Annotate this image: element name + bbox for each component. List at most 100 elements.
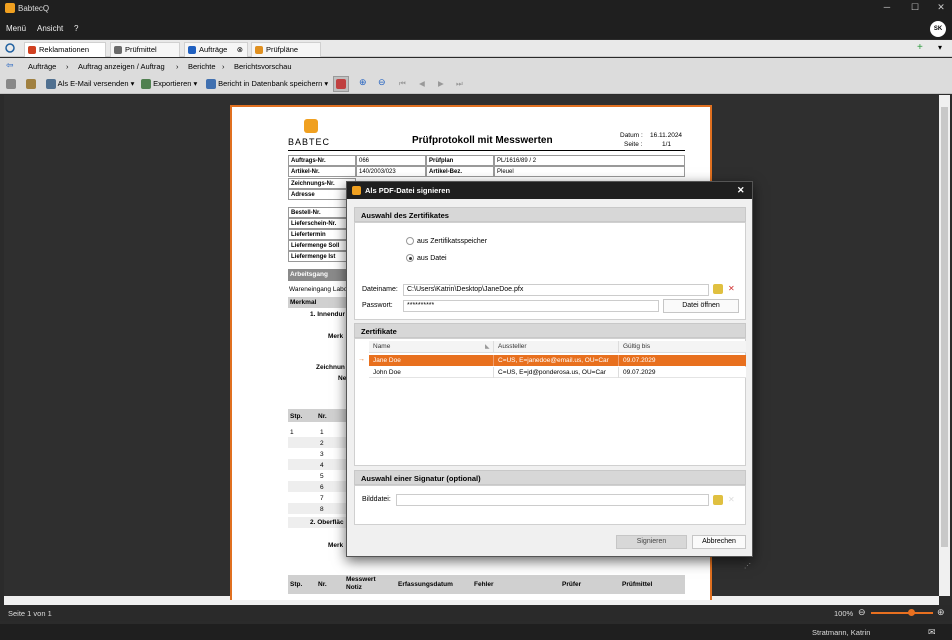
sign-pdf-button[interactable] xyxy=(333,76,349,92)
passwort-label: Passwort: xyxy=(362,302,393,309)
mail-icon[interactable]: ✉ xyxy=(928,627,936,638)
open-file-button[interactable]: Datei öffnen xyxy=(663,299,739,313)
zoom-in-icon[interactable]: ⊕ xyxy=(359,77,367,88)
close-tab-icon[interactable]: ⊗ xyxy=(237,43,243,57)
maximize-icon[interactable]: ☐ xyxy=(908,2,922,14)
menu-item-help[interactable]: ? xyxy=(74,24,78,33)
datum-label: Datum : xyxy=(620,132,643,139)
radio-store[interactable] xyxy=(406,237,414,245)
save-db-button[interactable]: Bericht in Datenbank speichern ▾ xyxy=(206,79,328,90)
resize-grip-icon[interactable]: ⋰ xyxy=(744,562,751,570)
tab-pruefmittel[interactable]: Prüfmittel xyxy=(110,42,180,57)
zoom-in-small-icon[interactable]: ⊕ xyxy=(937,607,945,618)
back-arrow-icon[interactable]: ⇦ xyxy=(6,60,14,71)
row-indicator-icon: → xyxy=(358,356,365,363)
col-name[interactable]: Name xyxy=(369,341,494,353)
tab-pruefplaene[interactable]: Prüfpläne xyxy=(251,42,321,57)
table-row-stripe xyxy=(288,437,348,448)
clear-image-icon[interactable]: ✕ xyxy=(728,495,735,504)
breadcrumb-item[interactable]: Aufträge xyxy=(28,62,56,71)
avatar[interactable]: SK xyxy=(930,21,946,37)
bilddatei-field[interactable] xyxy=(396,494,709,506)
export-button[interactable]: Exportieren ▾ xyxy=(141,79,197,90)
table-row[interactable]: John Doe C=US, E=jd@ponderosa.us, OU=Car… xyxy=(369,367,746,378)
breadcrumb-separator-icon: › xyxy=(176,62,179,71)
zoom-slider-thumb[interactable] xyxy=(908,609,916,616)
dialog-close-icon[interactable]: ✕ xyxy=(737,185,745,196)
app-title: BabtecQ xyxy=(18,4,50,13)
zoom-slider[interactable] xyxy=(871,609,933,616)
table-row-selected[interactable]: Jane Doe C=US, E=janedoe@email.us, OU=Ca… xyxy=(369,355,746,366)
nr-value: 3 xyxy=(320,451,324,458)
col-pruefmittel: Prüfmittel xyxy=(622,581,653,588)
datum-value: 16.11.2024 xyxy=(650,132,683,139)
zeichnun-label: Zeichnun xyxy=(316,364,345,371)
radio-store-label[interactable]: aus Zertifikatsspeicher xyxy=(417,238,487,245)
tab-reklamationen[interactable]: Reklamationen xyxy=(24,42,106,57)
merk2-label: Merk xyxy=(328,542,344,549)
report-logo-text: BABTEC xyxy=(288,137,331,147)
label-artikel-nr: Artikel-Nr. xyxy=(288,166,356,177)
label-artikel-bez: Artikel-Bez. xyxy=(426,166,494,177)
zoom-level: 100% xyxy=(834,609,854,618)
title-bar: BabtecQ ─ ☐ ✕ xyxy=(0,0,952,17)
dateiname-field[interactable]: C:\Users\Katrin\Desktop\JaneDoe.pfx xyxy=(403,284,709,296)
col-pruefer: Prüfer xyxy=(562,581,582,588)
report-title: Prüfprotokoll mit Messwerten xyxy=(412,135,553,146)
scroll-thumb[interactable] xyxy=(941,107,948,547)
breadcrumb-separator-icon: › xyxy=(66,62,69,71)
chevron-down-icon[interactable]: ▾ xyxy=(938,43,942,52)
table-row-stripe xyxy=(288,481,348,492)
bottom-bar: Stratmann, Katrin ✉ xyxy=(0,624,952,640)
toolbar: Als E-Mail versenden ▾ Exportieren ▾ Ber… xyxy=(0,74,952,94)
auftraege-icon xyxy=(188,46,196,54)
sign-pdf-icon xyxy=(336,79,346,89)
first-page-icon[interactable]: ⏮ xyxy=(399,79,406,89)
page-indicator: Seite 1 von 1 xyxy=(8,609,52,618)
minimize-icon[interactable]: ─ xyxy=(880,2,894,14)
print-icon[interactable] xyxy=(6,79,16,90)
email-icon xyxy=(46,79,56,90)
nr-value: 4 xyxy=(320,462,324,469)
add-tab-icon[interactable]: + xyxy=(917,42,923,53)
browse-image-icon[interactable] xyxy=(713,495,723,505)
user-name: Stratmann, Katrin xyxy=(812,628,871,637)
stp-header: Stp. xyxy=(290,413,303,420)
radio-file[interactable] xyxy=(406,254,414,262)
section1-title: 1. Innendur xyxy=(310,311,346,318)
nr-value: 5 xyxy=(320,473,324,480)
passwort-field[interactable]: ********** xyxy=(403,300,659,312)
menu-item-ansicht[interactable]: Ansicht xyxy=(37,24,63,33)
export-icon xyxy=(141,79,151,90)
email-button[interactable]: Als E-Mail versenden ▾ xyxy=(46,79,134,90)
cell-name: John Doe xyxy=(369,367,494,378)
vertical-scrollbar[interactable] xyxy=(939,95,950,596)
value-pruefplan: PL/1616/89 / 2 xyxy=(494,155,685,166)
col-valid[interactable]: Gültig bis xyxy=(619,341,746,353)
menu-item-menu[interactable]: Menü xyxy=(6,24,26,33)
cancel-button[interactable]: Abbrechen xyxy=(692,535,746,549)
clear-file-icon[interactable]: ✕ xyxy=(728,284,735,293)
zoom-out-small-icon[interactable]: ⊖ xyxy=(858,607,866,618)
home-icon[interactable] xyxy=(4,42,18,55)
print-settings-icon[interactable] xyxy=(26,79,36,90)
radio-file-label[interactable]: aus Datei xyxy=(417,255,447,262)
col-issuer[interactable]: Aussteller xyxy=(494,341,619,353)
tab-auftraege[interactable]: Aufträge ⊗ xyxy=(184,42,248,57)
sign-button[interactable]: Signieren xyxy=(616,535,687,549)
value-artikel-bez: Pleuel xyxy=(494,166,685,177)
reklamationen-icon xyxy=(28,46,36,54)
database-icon xyxy=(206,79,216,90)
breadcrumb-item[interactable]: Berichte xyxy=(188,62,216,71)
next-page-icon[interactable]: ▶ xyxy=(438,79,444,88)
prev-page-icon[interactable]: ◀ xyxy=(419,79,425,88)
seite-value: 1/1 xyxy=(662,141,672,148)
zoom-out-icon[interactable]: ⊖ xyxy=(378,77,386,88)
close-window-icon[interactable]: ✕ xyxy=(934,2,948,14)
last-page-icon[interactable]: ⏭ xyxy=(456,79,463,89)
browse-file-icon[interactable] xyxy=(713,284,723,294)
signature-panel: Bilddatei: ✕ xyxy=(354,485,746,525)
label-pruefplan: Prüfplan xyxy=(426,155,494,166)
cell-issuer: C=US, E=jd@ponderosa.us, OU=Car xyxy=(494,367,619,378)
breadcrumb-item[interactable]: Auftrag anzeigen / Auftrag xyxy=(78,62,165,71)
